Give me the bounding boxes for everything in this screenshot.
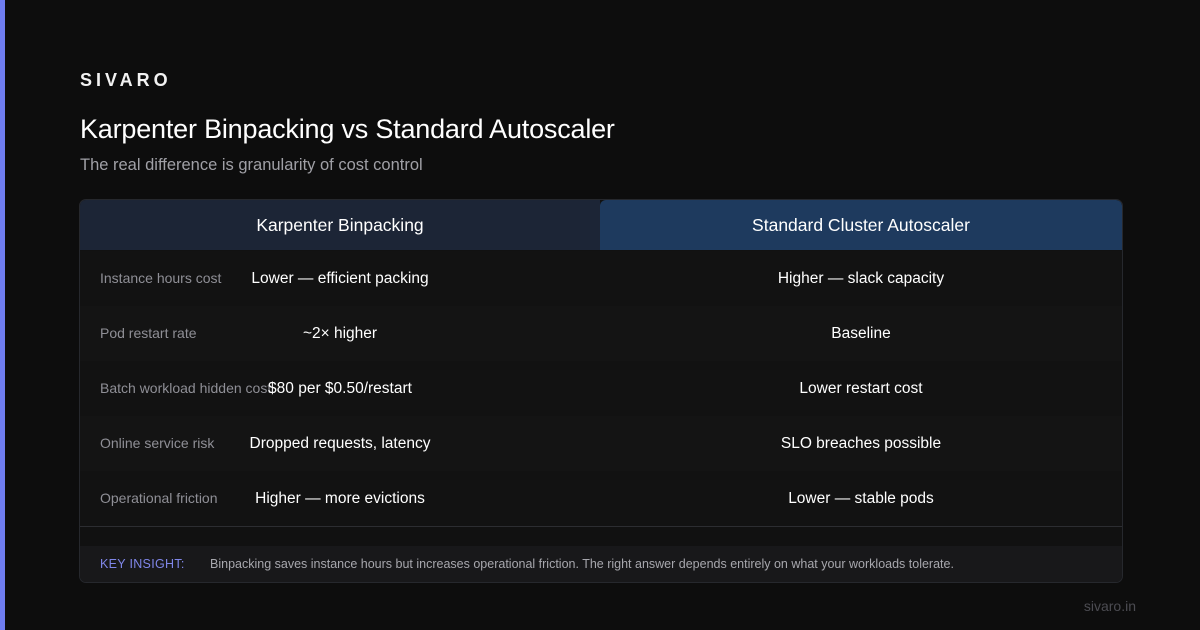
row-label: Instance hours cost [100, 270, 222, 286]
karpenter-cell: Higher — more evictions [255, 489, 425, 507]
standard-cell: Lower — stable pods [788, 489, 934, 507]
row-label: Operational friction [100, 490, 218, 506]
column-header-standard: Standard Cluster Autoscaler [600, 200, 1122, 250]
key-insight-box: KEY INSIGHT: Binpacking saves instance h… [80, 546, 1122, 582]
comparison-table: Karpenter Binpacking Standard Cluster Au… [79, 199, 1123, 583]
karpenter-cell: $80 per $0.50/restart [268, 379, 412, 397]
standard-cell: Lower restart cost [799, 379, 923, 397]
standard-cell: SLO breaches possible [780, 434, 942, 452]
karpenter-cell: Dropped requests, latency [249, 434, 431, 452]
table-divider [80, 526, 1122, 527]
key-insight-label: KEY INSIGHT: [100, 557, 185, 571]
brand-logo: SIVARO [80, 70, 172, 90]
karpenter-cell: Lower — efficient packing [251, 269, 429, 287]
accent-bar [0, 0, 5, 630]
table-row: Pod restart rate ~2× higher Baseline [80, 306, 1122, 361]
table-row: Online service risk Dropped requests, la… [80, 416, 1122, 471]
table-row: Operational friction Higher — more evict… [80, 471, 1122, 526]
standard-cell: Higher — slack capacity [777, 269, 945, 287]
table-row: Instance hours cost Lower — efficient pa… [80, 251, 1122, 306]
footer-url: sivaro.in [1083, 598, 1136, 614]
page-title: Karpenter Binpacking vs Standard Autosca… [80, 114, 615, 144]
table-row: Batch workload hidden cost $80 per $0.50… [80, 361, 1122, 416]
karpenter-cell: ~2× higher [302, 324, 378, 342]
standard-cell: Baseline [831, 324, 891, 342]
page-subtitle: The real difference is granularity of co… [80, 156, 423, 174]
key-insight-text: Binpacking saves instance hours but incr… [210, 557, 954, 571]
row-label: Pod restart rate [100, 325, 197, 341]
row-label: Online service risk [100, 435, 215, 451]
column-header-karpenter: Karpenter Binpacking [80, 200, 600, 250]
